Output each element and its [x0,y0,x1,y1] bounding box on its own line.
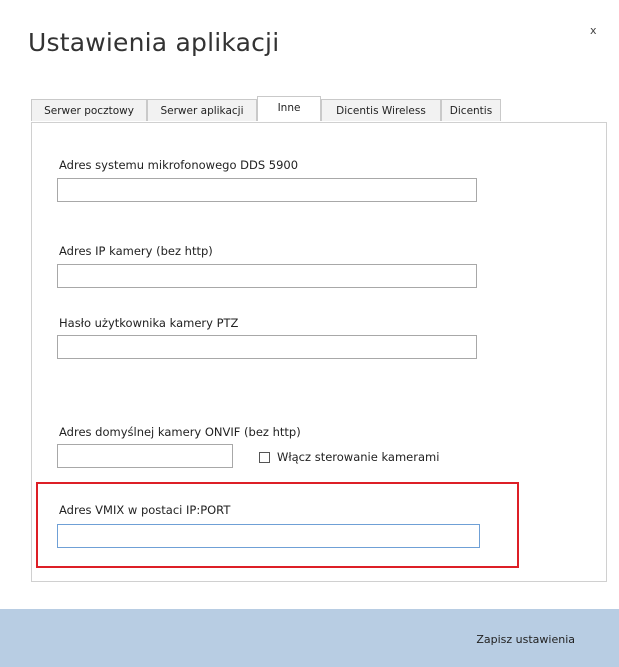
camera-ip-input[interactable] [57,264,477,288]
save-settings-button[interactable]: Zapisz ustawienia [476,633,575,646]
onvif-address-label: Adres domyślnej kamery ONVIF (bez http) [59,425,301,439]
tab-inne[interactable]: Inne [257,96,321,121]
tab-dicentis-wireless[interactable]: Dicentis Wireless [321,99,441,121]
onvif-address-input[interactable] [57,444,233,468]
vmix-address-label: Adres VMIX w postaci IP:PORT [59,503,231,517]
dds-address-input[interactable] [57,178,477,202]
tab-serwer-aplikacji[interactable]: Serwer aplikacji [147,99,257,121]
camera-control-option[interactable]: Włącz sterowanie kamerami [259,450,439,464]
dialog-title: Ustawienia aplikacji [28,28,280,57]
camera-control-checkbox[interactable] [259,451,270,463]
close-icon[interactable]: x [590,24,597,37]
camera-control-label: Włącz sterowanie kamerami [277,450,440,464]
ptz-password-label: Hasło użytkownika kamery PTZ [59,316,239,330]
tab-dicentis[interactable]: Dicentis [441,99,501,121]
dialog-footer: Zapisz ustawienia [0,609,619,667]
dds-address-label: Adres systemu mikrofonowego DDS 5900 [59,158,299,172]
vmix-address-input[interactable] [57,524,480,548]
tab-serwer-pocztowy[interactable]: Serwer pocztowy [31,99,147,121]
camera-ip-label: Adres IP kamery (bez http) [59,244,213,258]
ptz-password-input[interactable] [57,335,477,359]
settings-dialog: Ustawienia aplikacji x Serwer pocztowy S… [0,0,619,667]
